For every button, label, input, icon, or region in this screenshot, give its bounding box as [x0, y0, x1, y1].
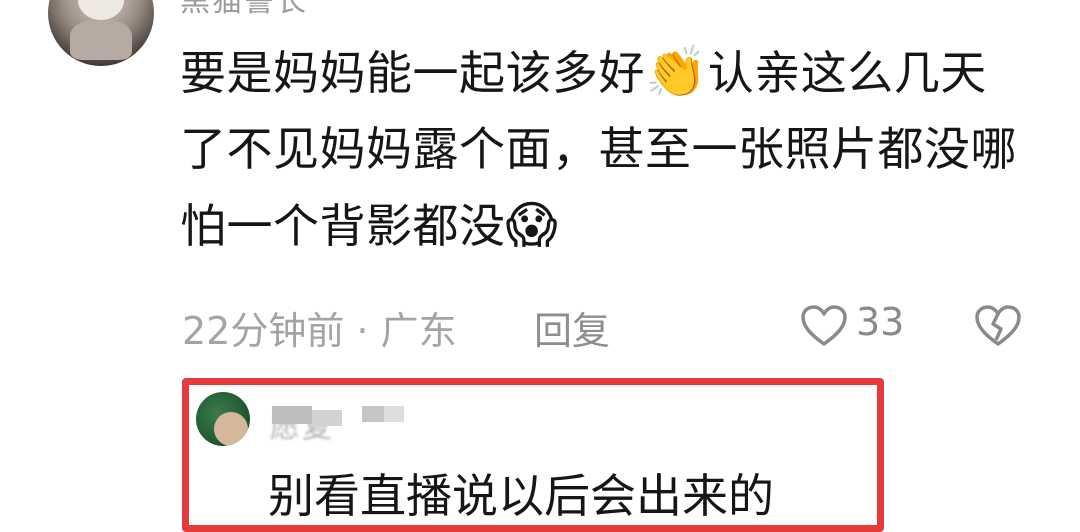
- mosaic-block: [384, 406, 404, 422]
- comment-time-location: 22分钟前 · 广东: [182, 309, 457, 353]
- clap-emoji: 👏: [645, 43, 708, 101]
- mosaic-block: [362, 406, 384, 422]
- scream-emoji: 😱: [505, 196, 559, 254]
- comment-text-part1: 要是妈妈能一起该多好: [180, 46, 645, 100]
- like-count: 33: [856, 300, 905, 344]
- heart-outline-icon[interactable]: [800, 304, 848, 348]
- commenter-username[interactable]: 黑猫警长: [180, 0, 308, 20]
- reply-avatar-face: [214, 412, 248, 446]
- reply-button[interactable]: 回复: [534, 300, 610, 355]
- avatar-body: [70, 20, 132, 60]
- reply-text: 别看直播说以后会出来的: [268, 469, 774, 523]
- avatar-face: [78, 0, 124, 20]
- mosaic-block: [312, 410, 342, 426]
- commenter-avatar[interactable]: [48, 0, 154, 66]
- broken-heart-icon[interactable]: [974, 304, 1022, 348]
- mosaic-block: [272, 406, 312, 424]
- reply-avatar[interactable]: [196, 392, 250, 446]
- comment-text: 要是妈妈能一起该多好👏认亲这么几天了不见妈妈露个面，甚至一张照片都没哪怕一个背影…: [180, 34, 1030, 264]
